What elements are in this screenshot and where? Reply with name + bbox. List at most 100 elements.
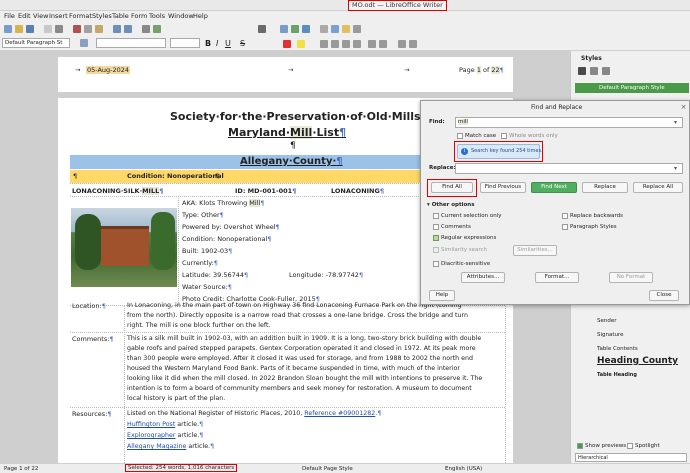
character-styles-icon[interactable] — [590, 67, 598, 75]
hyperlink-icon[interactable] — [331, 25, 339, 33]
frame-styles-icon[interactable] — [602, 67, 610, 75]
whole-words-label: Whole words only — [509, 133, 558, 139]
print-icon[interactable] — [55, 25, 63, 33]
align-center-icon[interactable] — [331, 40, 339, 48]
whole-words-checkbox[interactable] — [501, 133, 507, 139]
bullets-icon[interactable] — [368, 40, 376, 48]
numbering-icon[interactable] — [379, 40, 387, 48]
align-right-icon[interactable] — [342, 40, 350, 48]
header-date: 05-Aug-2024 — [86, 66, 131, 74]
no-format-button[interactable]: No Format — [609, 272, 653, 283]
allegany-magazine-link[interactable]: Allegany Magazine — [127, 443, 186, 450]
sidebar-selected-style[interactable]: Default Paragraph Style — [575, 83, 689, 93]
font-name-select[interactable] — [96, 38, 166, 48]
replace-input[interactable]: ▾ — [455, 163, 683, 174]
font-color-icon[interactable] — [283, 40, 291, 48]
find-input[interactable]: mill ▾ — [455, 117, 683, 128]
insert-table-icon[interactable] — [280, 25, 288, 33]
highlight-icon[interactable] — [297, 40, 305, 48]
attributes-button[interactable]: Attributes... — [461, 272, 505, 283]
export-pdf-icon[interactable] — [44, 25, 52, 33]
undo-icon[interactable] — [113, 25, 121, 33]
find-previous-button[interactable]: Find Previous — [480, 182, 526, 193]
underline-icon[interactable]: U — [225, 39, 231, 48]
status-page[interactable]: Page 1 of 22 — [4, 465, 38, 473]
nrhp-reference-link[interactable]: Reference #09001282 — [304, 410, 375, 417]
copy-icon[interactable] — [84, 25, 92, 33]
spotlight-checkbox[interactable] — [627, 443, 633, 449]
regex-checkbox[interactable] — [433, 235, 439, 241]
show-previews-checkbox[interactable] — [577, 443, 583, 449]
match-case-checkbox[interactable] — [457, 133, 463, 139]
style-heading-county[interactable]: Heading County — [597, 356, 678, 366]
bold-icon[interactable]: B — [205, 39, 211, 48]
diacritic-checkbox[interactable] — [433, 261, 439, 267]
other-options-toggle[interactable]: ▾ Other options — [427, 202, 474, 208]
explorographer-link[interactable]: Explorographer — [127, 432, 176, 439]
menu-format[interactable]: Format — [69, 12, 92, 20]
insert-chart-icon[interactable] — [302, 25, 310, 33]
status-language[interactable]: English (USA) — [445, 465, 482, 473]
style-sender[interactable]: Sender — [597, 318, 617, 324]
save-icon[interactable] — [26, 25, 34, 33]
menu-file[interactable]: File — [4, 12, 15, 20]
replace-button[interactable]: Replace — [582, 182, 628, 193]
paragraph-style-select[interactable]: Default Paragraph St — [2, 38, 70, 48]
chevron-down-icon[interactable]: ▾ — [674, 119, 677, 126]
menu-edit[interactable]: Edit — [18, 12, 31, 20]
redo-icon[interactable] — [124, 25, 132, 33]
italic-icon[interactable]: I — [216, 39, 218, 48]
comments-checkbox[interactable] — [433, 224, 439, 230]
align-left-icon[interactable] — [320, 40, 328, 48]
find-replace-icon[interactable] — [142, 25, 150, 33]
menu-window[interactable]: Window — [168, 12, 194, 20]
chevron-down-icon[interactable]: ▾ — [674, 165, 677, 172]
menu-insert[interactable]: Insert — [49, 12, 68, 20]
special-character-icon[interactable] — [320, 25, 328, 33]
insert-image-icon[interactable] — [291, 25, 299, 33]
justify-icon[interactable] — [353, 40, 361, 48]
menu-help[interactable]: Help — [193, 12, 208, 20]
similarities-button[interactable]: Similarities... — [513, 245, 557, 256]
status-page-style[interactable]: Default Page Style — [302, 465, 353, 473]
paste-icon[interactable] — [95, 25, 103, 33]
menu-styles[interactable]: Styles — [92, 12, 112, 20]
help-button[interactable]: Help — [429, 290, 455, 301]
spellcheck-icon[interactable] — [153, 25, 161, 33]
menu-tools[interactable]: Tools — [149, 12, 165, 20]
outdent-icon[interactable] — [409, 40, 417, 48]
format-button[interactable]: Format... — [535, 272, 579, 283]
update-style-icon[interactable] — [80, 39, 88, 47]
new-document-icon[interactable] — [4, 25, 12, 33]
menu-table[interactable]: Table — [112, 12, 129, 20]
formatting-marks-icon[interactable] — [258, 25, 266, 33]
close-button[interactable]: Close — [649, 290, 679, 301]
find-next-button[interactable]: Find Next — [531, 182, 577, 193]
huffington-post-link[interactable]: Huffington Post — [127, 421, 175, 428]
indent-icon[interactable] — [398, 40, 406, 48]
style-table-contents[interactable]: Table Contents — [597, 346, 638, 352]
mill-currently: Currently:¶ — [182, 259, 218, 267]
find-all-button[interactable]: Find All — [431, 182, 473, 193]
menu-view[interactable]: View — [33, 12, 48, 20]
similarity-checkbox[interactable] — [433, 247, 439, 253]
open-folder-icon[interactable] — [15, 25, 23, 33]
style-signature[interactable]: Signature — [597, 332, 624, 338]
comment-icon[interactable] — [342, 25, 350, 33]
current-selection-checkbox[interactable] — [433, 213, 439, 219]
status-selection[interactable]: Selected: 254 words, 1,016 characters — [125, 464, 238, 472]
paragraph-styles-icon[interactable] — [578, 67, 586, 75]
close-icon[interactable]: × — [679, 103, 688, 111]
sidebar-title: Styles — [581, 55, 602, 62]
header-footer-icon[interactable] — [353, 25, 361, 33]
menu-form[interactable]: Form — [131, 12, 147, 20]
page-header[interactable]: → 05-Aug-2024 → → Page 1 of 22¶ — [58, 57, 513, 92]
style-filter-select[interactable]: Hierarchical — [575, 453, 687, 462]
replace-backwards-checkbox[interactable] — [562, 213, 568, 219]
style-table-heading[interactable]: Table Heading — [597, 372, 637, 378]
paragraph-styles-checkbox[interactable] — [562, 224, 568, 230]
replace-all-button[interactable]: Replace All — [633, 182, 683, 193]
font-size-select[interactable] — [170, 38, 200, 48]
cut-icon[interactable] — [73, 25, 81, 33]
strikethrough-icon[interactable]: S — [240, 39, 245, 48]
